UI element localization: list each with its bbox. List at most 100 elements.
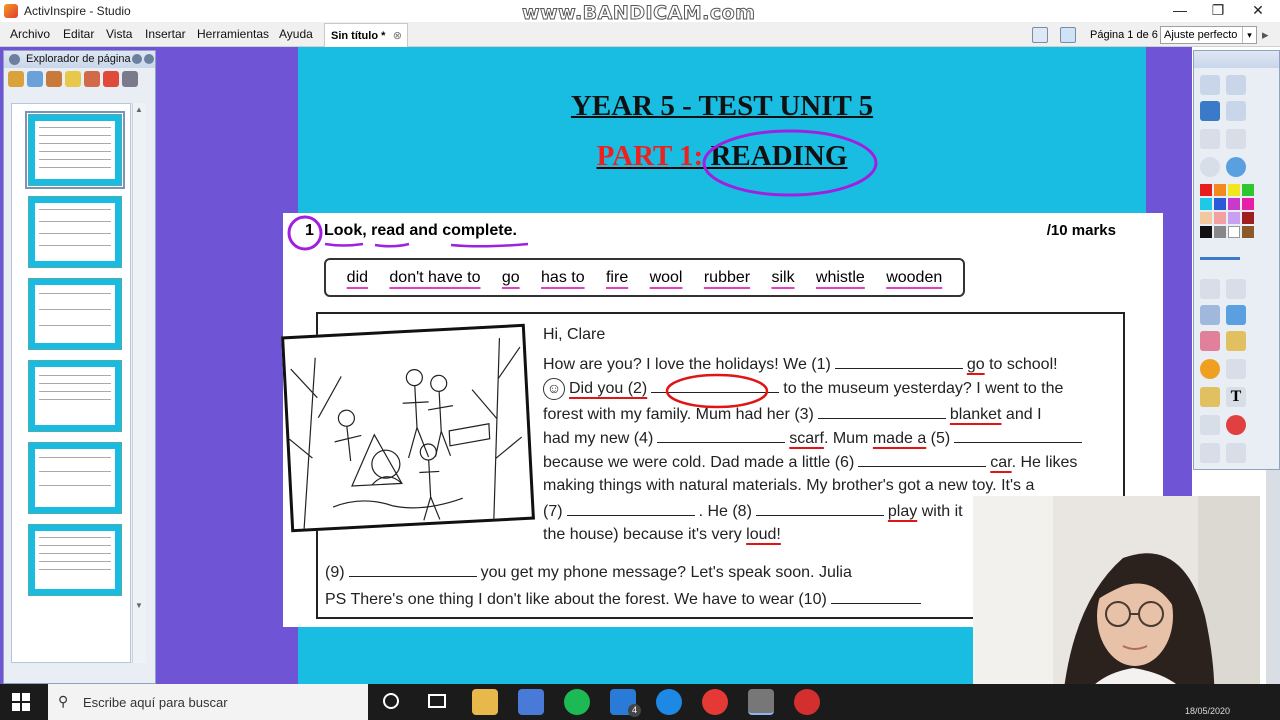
snowflake-icon[interactable]: [1060, 27, 1076, 43]
chrome-icon[interactable]: [702, 689, 728, 715]
browser-icon[interactable]: [1226, 157, 1246, 177]
color-black-swatch[interactable]: [1200, 226, 1212, 238]
annotation-circle-reading: [702, 129, 878, 197]
eraser-icon[interactable]: [1200, 331, 1220, 351]
notes-icon[interactable]: [65, 71, 81, 87]
clear-ink-icon[interactable]: [1200, 415, 1220, 435]
close-window-button[interactable]: ✕: [1238, 0, 1278, 22]
color-magenta-swatch[interactable]: [1228, 198, 1240, 210]
menu-vista[interactable]: Vista: [106, 27, 132, 41]
shape-icon[interactable]: [1200, 359, 1220, 379]
search-icon: ⚲: [58, 693, 69, 709]
color-rose-swatch[interactable]: [1214, 212, 1226, 224]
menu-archivo[interactable]: Archivo: [10, 27, 50, 41]
letter-line-6: making things with natural materials. My…: [543, 477, 1035, 494]
undo-icon[interactable]: [1200, 443, 1220, 463]
document-tab[interactable]: Sin título * ⊗: [324, 23, 408, 47]
reset-icon[interactable]: [1226, 415, 1246, 435]
color-orange-swatch[interactable]: [1214, 184, 1226, 196]
task-view-icon[interactable]: [428, 694, 446, 708]
taskbar-search[interactable]: ⚲ Escribe aquí para buscar: [48, 684, 368, 720]
color-white-swatch[interactable]: [1228, 226, 1240, 238]
panel-pin-icon[interactable]: [132, 54, 142, 64]
color-blue-swatch[interactable]: [1214, 198, 1226, 210]
play-icon[interactable]: [1200, 157, 1220, 177]
letter-line-1: How are you? I love the holidays! We (1)…: [543, 355, 1058, 374]
answer-blank-1[interactable]: [834, 355, 963, 369]
page-thumbnail-3[interactable]: [28, 278, 122, 350]
color-brown-swatch[interactable]: [1242, 226, 1254, 238]
main-menu-icon[interactable]: [1200, 75, 1220, 95]
connector-icon[interactable]: [1226, 359, 1246, 379]
color-darkred-swatch[interactable]: [1242, 212, 1254, 224]
answer-blank-10[interactable]: [830, 590, 921, 604]
color-gray-swatch[interactable]: [1214, 226, 1226, 238]
file-explorer-icon[interactable]: [472, 689, 498, 715]
activinspire-logo-icon: [4, 4, 18, 18]
redo-page-icon[interactable]: [1226, 129, 1246, 149]
undo-page-icon[interactable]: [1200, 129, 1220, 149]
cortana-icon[interactable]: [383, 693, 399, 709]
answer-blank-8[interactable]: [755, 502, 884, 516]
actions-icon[interactable]: [103, 71, 119, 87]
page-thumbnail-6[interactable]: [28, 524, 122, 596]
flipchart-icon[interactable]: [1226, 75, 1246, 95]
pen-width-slider[interactable]: [1200, 257, 1240, 260]
letter-text: . He likes: [1011, 454, 1078, 471]
properties-icon[interactable]: [84, 71, 100, 87]
panel-close-icon[interactable]: [144, 54, 154, 64]
next-page-icon[interactable]: ▸: [1262, 27, 1269, 43]
resource-icon[interactable]: [1200, 387, 1220, 407]
color-cyan-swatch[interactable]: [1200, 198, 1212, 210]
answer-blank-3[interactable]: [817, 405, 946, 419]
color-pink-swatch[interactable]: [1242, 198, 1254, 210]
main-toolbox: T: [1193, 50, 1280, 470]
menu-herramientas[interactable]: Herramientas: [197, 27, 269, 41]
close-tab-icon[interactable]: ⊗: [393, 29, 402, 42]
tools-icon[interactable]: [1226, 279, 1246, 299]
browser-icon[interactable]: [27, 71, 43, 87]
activinspire-taskbar-icon[interactable]: [748, 689, 774, 715]
designer-mode-icon[interactable]: [1200, 101, 1220, 121]
color-yellow-swatch[interactable]: [1228, 184, 1240, 196]
menu-ayuda[interactable]: Ayuda: [279, 27, 313, 41]
select-arrow-icon[interactable]: [1200, 279, 1220, 299]
spotify-icon[interactable]: [564, 689, 590, 715]
page-thumbnail-5[interactable]: [28, 442, 122, 514]
resources-icon[interactable]: [46, 71, 62, 87]
menu-editar[interactable]: Editar: [63, 27, 94, 41]
page-thumbnail-2[interactable]: [28, 196, 122, 268]
fill-icon[interactable]: [1226, 331, 1246, 351]
zoom-select[interactable]: Ajuste perfecto ▾: [1160, 26, 1257, 44]
folder-icon[interactable]: [8, 71, 24, 87]
color-red-swatch[interactable]: [1200, 184, 1212, 196]
highlighter-icon[interactable]: [1226, 305, 1246, 325]
color-green-swatch[interactable]: [1242, 184, 1254, 196]
answer-blank-7[interactable]: [566, 502, 695, 516]
text-tool-icon[interactable]: T: [1226, 387, 1246, 407]
document-tab-label: Sin título *: [331, 30, 386, 42]
color-lilac-swatch[interactable]: [1228, 212, 1240, 224]
color-peach-swatch[interactable]: [1200, 212, 1212, 224]
bandicam-icon[interactable]: [794, 689, 820, 715]
clear-icon[interactable]: [1226, 101, 1246, 121]
answer-blank-4[interactable]: [657, 429, 786, 443]
explorer-scrollbar[interactable]: ▲ ▼: [132, 103, 146, 663]
pen-icon[interactable]: [1200, 305, 1220, 325]
app-icon[interactable]: [518, 689, 544, 715]
edge-icon[interactable]: [656, 689, 682, 715]
answer-blank-5[interactable]: [954, 429, 1083, 443]
answer-blank-9[interactable]: [348, 563, 477, 577]
menu-insertar[interactable]: Insertar: [145, 27, 186, 41]
maximize-button[interactable]: ❐: [1198, 0, 1238, 22]
minimize-button[interactable]: —: [1160, 0, 1200, 22]
scroll-down-icon[interactable]: ▼: [135, 601, 143, 610]
windows-start-icon[interactable]: [12, 693, 30, 711]
voting-icon[interactable]: [122, 71, 138, 87]
page-view-icon[interactable]: [1032, 27, 1048, 43]
page-thumbnail-4[interactable]: [28, 360, 122, 432]
answer-blank-6[interactable]: [858, 453, 987, 467]
scroll-up-icon[interactable]: ▲: [135, 105, 143, 114]
page-thumbnail-1[interactable]: [25, 111, 125, 189]
redo-icon[interactable]: [1226, 443, 1246, 463]
